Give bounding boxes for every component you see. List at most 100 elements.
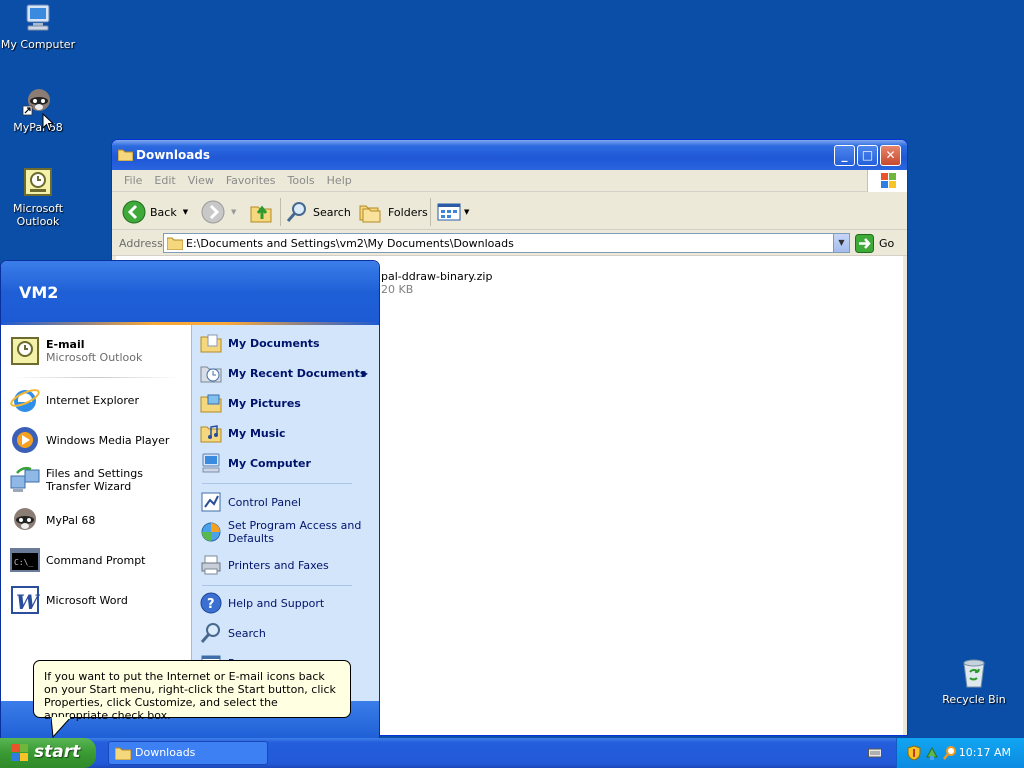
media-player-icon [9, 424, 41, 456]
menu-help[interactable]: Help [321, 170, 358, 191]
back-label: Back [150, 205, 177, 219]
place-my-documents[interactable]: My Documents [200, 332, 376, 354]
menu-tools[interactable]: Tools [282, 170, 321, 191]
close-button[interactable]: ✕ [880, 145, 901, 166]
place-my-music[interactable]: My Music [200, 422, 376, 444]
place-label: My Music [228, 426, 286, 440]
forward-arrow-icon [201, 200, 225, 224]
toolbar-separator [280, 198, 281, 226]
security-shield-icon[interactable] [907, 745, 921, 764]
help-and-support[interactable]: ? Help and Support [200, 592, 376, 614]
setting-program-access[interactable]: Set Program Access and Defaults [200, 519, 376, 545]
program-files-settings-transfer[interactable]: Files and Settings Transfer Wizard [9, 464, 187, 496]
window-titlebar[interactable]: Downloads _ □ ✕ [112, 140, 907, 170]
setting-printers-faxes[interactable]: Printers and Faxes [200, 554, 376, 576]
chevron-down-icon[interactable]: ▼ [464, 208, 469, 216]
outlook-icon [22, 166, 54, 198]
back-button[interactable]: Back ▼ [122, 199, 188, 225]
desktop-icon-label: Microsoft Outlook [12, 202, 64, 228]
place-my-computer[interactable]: My Computer [200, 452, 376, 474]
command-prompt-icon: C:\_ [9, 544, 41, 576]
user-name: VM2 [19, 283, 59, 302]
my-computer-icon [22, 2, 54, 34]
place-label: My Pictures [228, 396, 301, 410]
menu-separator [202, 585, 352, 586]
folders-label: Folders [388, 205, 428, 219]
file-item[interactable]: pal-ddraw-binary.zip 20 KB [381, 270, 492, 296]
desktop-icon-outlook[interactable]: Microsoft Outlook [0, 166, 76, 228]
word-icon: W [9, 584, 41, 616]
setting-label: Printers and Faxes [228, 558, 329, 572]
search-button[interactable]: Search [285, 199, 351, 225]
pinned-email[interactable]: E-mail Microsoft Outlook [9, 335, 187, 367]
taskbar-item-downloads[interactable]: Downloads [108, 741, 268, 765]
desktop-icon-label: Recycle Bin [942, 693, 1006, 706]
system-tray: 10:17 AM [896, 738, 1024, 768]
desktop-icon-recycle-bin[interactable]: Recycle Bin [936, 657, 1012, 706]
go-button[interactable]: Go [855, 233, 894, 253]
up-folder-button[interactable] [249, 199, 273, 225]
folders-icon [359, 205, 381, 223]
folder-icon [115, 747, 131, 760]
menu-file[interactable]: File [118, 170, 148, 191]
submenu-arrow-icon: ▶ [361, 368, 368, 378]
taskbar: start Downloads 10:17 AM [0, 738, 1024, 768]
address-field[interactable]: E:\Documents and Settings\vm2\My Documen… [163, 233, 850, 253]
start-menu-header: VM2 [1, 261, 379, 325]
start-button[interactable]: start [0, 738, 96, 768]
program-microsoft-word[interactable]: W Microsoft Word [9, 584, 187, 616]
program-internet-explorer[interactable]: Internet Explorer [9, 384, 187, 416]
desktop-icon-my-computer[interactable]: My Computer [0, 2, 76, 51]
toolbar-separator [430, 198, 431, 226]
file-name: pal-ddraw-binary.zip [381, 270, 493, 283]
program-command-prompt[interactable]: C:\_ Command Prompt [9, 544, 187, 576]
menu-favorites[interactable]: Favorites [220, 170, 282, 191]
chevron-down-icon[interactable]: ▼ [183, 208, 188, 216]
views-icon [437, 203, 461, 221]
address-bar: Address E:\Documents and Settings\vm2\My… [112, 230, 907, 256]
recycle-bin-icon [958, 657, 990, 689]
my-music-icon [200, 422, 222, 444]
views-button[interactable]: ▼ [437, 199, 469, 225]
address-value: E:\Documents and Settings\vm2\My Documen… [186, 237, 514, 250]
desktop-icon-label: My Computer [0, 38, 76, 51]
place-my-recent-documents[interactable]: My Recent Documents ▶ [200, 362, 376, 384]
program-label: Internet Explorer [46, 393, 139, 407]
search-icon[interactable] [943, 745, 957, 764]
up-folder-icon [250, 205, 272, 223]
desktop-icon-label: MyPal 68 [13, 121, 63, 134]
program-label: Command Prompt [46, 553, 146, 567]
search-icon [286, 202, 306, 222]
keyboard-icon[interactable] [868, 747, 882, 762]
program-windows-media-player[interactable]: Windows Media Player [9, 424, 187, 456]
folder-icon [166, 236, 184, 253]
balloon-tooltip[interactable]: If you want to put the Internet or E-mai… [33, 660, 351, 739]
internet-explorer-icon [9, 384, 41, 416]
menu-view[interactable]: View [182, 170, 220, 191]
printer-icon [200, 554, 222, 576]
place-label: My Computer [228, 456, 311, 470]
my-documents-icon [200, 332, 222, 354]
desktop-icon-mypal[interactable]: MyPal 68 [0, 85, 76, 134]
forward-button[interactable]: ▼ [201, 199, 236, 225]
search[interactable]: Search [200, 622, 376, 644]
clock[interactable]: 10:17 AM [959, 746, 1011, 759]
program-mypal[interactable]: MyPal 68 [9, 504, 187, 536]
menu-separator [13, 377, 179, 378]
menu-edit[interactable]: Edit [148, 170, 181, 191]
balloon-text: If you want to put the Internet or E-mai… [44, 670, 336, 722]
help-label: Search [228, 626, 266, 640]
window-title: Downloads [136, 148, 211, 162]
folders-button[interactable]: Folders [358, 199, 428, 225]
menu-bar: File Edit View Favorites Tools Help [112, 170, 907, 192]
chevron-down-icon[interactable]: ▼ [231, 208, 236, 216]
recent-documents-icon [200, 362, 222, 384]
back-arrow-icon [122, 200, 146, 224]
address-dropdown-button[interactable]: ▼ [833, 234, 849, 252]
minimize-button[interactable]: _ [834, 145, 855, 166]
network-icon[interactable] [925, 745, 939, 764]
setting-control-panel[interactable]: Control Panel [200, 491, 376, 513]
outlook-icon [9, 335, 41, 367]
place-my-pictures[interactable]: My Pictures [200, 392, 376, 414]
maximize-button[interactable]: □ [857, 145, 878, 166]
